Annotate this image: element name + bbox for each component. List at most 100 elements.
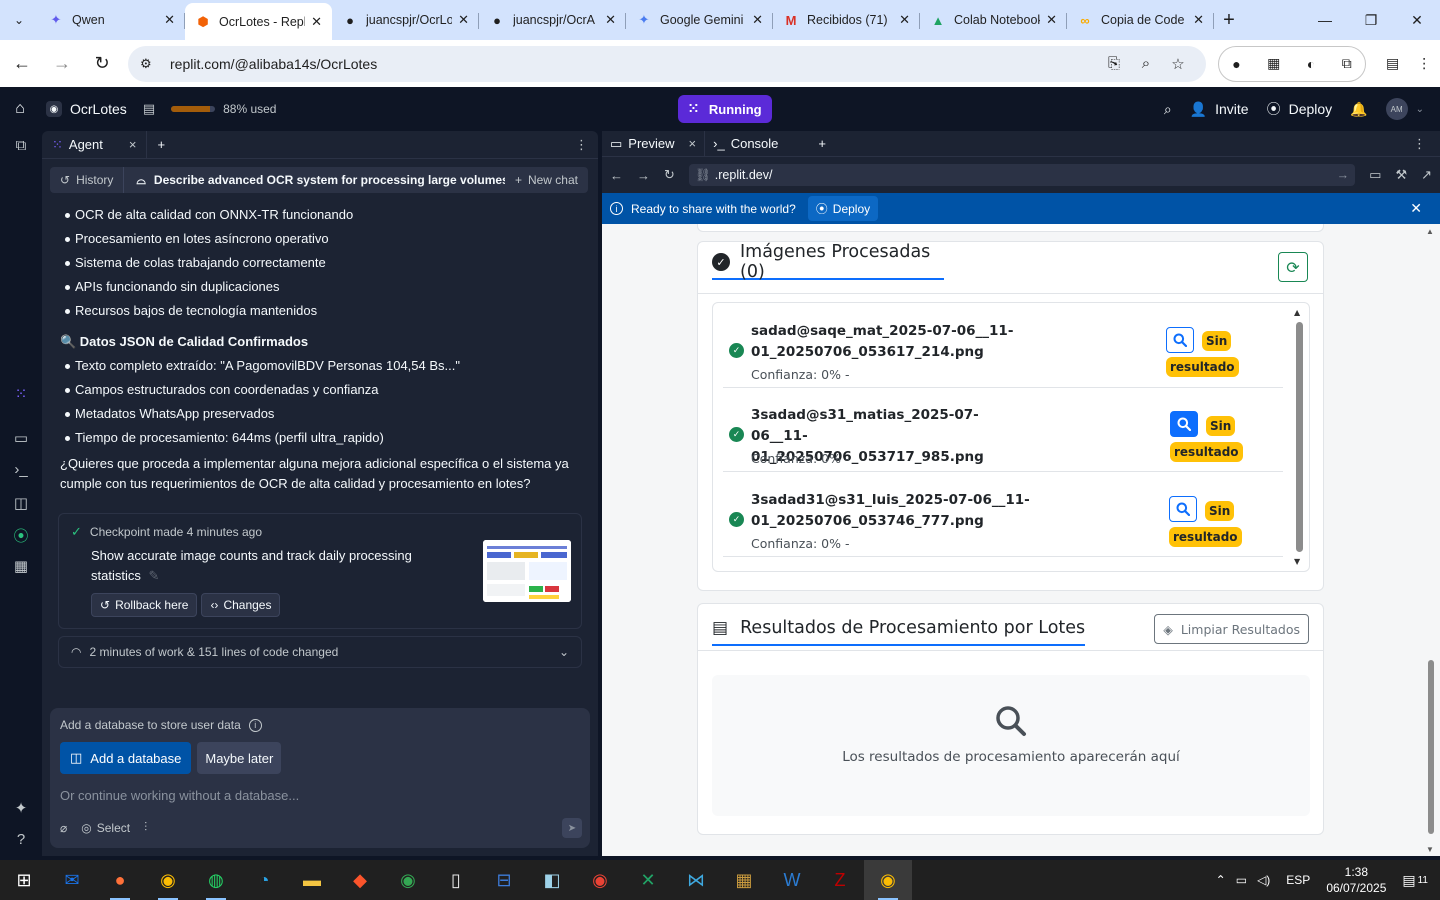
brave-icon[interactable]: ◆ (336, 860, 384, 900)
clear-results-button[interactable]: ◈ Limpiar Resultados (1154, 614, 1309, 644)
browser-tab[interactable]: ⬢ OcrLotes - Replit ✕ (185, 3, 332, 40)
extension-icon[interactable]: ● (1232, 56, 1240, 72)
add-database-button[interactable]: ◫ Add a database (60, 742, 192, 774)
browser-tab[interactable]: ✦ Google Gemini ✕ (626, 3, 773, 37)
new-chat-button[interactable]: + New chat (505, 173, 588, 187)
volume-icon[interactable]: ◁) (1257, 873, 1270, 887)
project-switcher[interactable]: ◉ OcrLotes (46, 101, 127, 117)
close-window-button[interactable]: ✕ (1394, 0, 1440, 40)
scroll-up-icon[interactable]: ▲ (1294, 308, 1300, 317)
select-button[interactable]: ◎ Select (81, 821, 130, 835)
restore-button[interactable]: ❐ (1348, 0, 1394, 40)
network-app-icon[interactable]: ⊟ (480, 860, 528, 900)
settings-sliders-icon[interactable]: ⫶ (144, 820, 147, 835)
list-scrollbar[interactable]: ▲ ▼ (1294, 308, 1303, 566)
close-icon[interactable]: × (689, 136, 697, 151)
edge-icon[interactable]: ◔ (240, 860, 288, 900)
browser-tab[interactable]: ∞ Copia de Code ✕ (1067, 3, 1214, 37)
close-tab-icon[interactable]: ✕ (311, 14, 322, 30)
extension-icon[interactable]: ▦ (1267, 55, 1280, 72)
chrome-menu-icon[interactable]: ⋮ (1417, 55, 1431, 72)
files-icon[interactable]: ⧉ (0, 137, 42, 154)
browser-tab[interactable]: ✦ Qwen ✕ (38, 3, 185, 37)
close-tab-icon[interactable]: ✕ (899, 12, 910, 28)
close-tab-icon[interactable]: ✕ (1193, 12, 1204, 28)
sparkle-icon[interactable]: ✦ (0, 799, 42, 817)
close-tab-icon[interactable]: ✕ (605, 12, 616, 28)
scroll-up-icon[interactable]: ▲ (1426, 227, 1434, 236)
send-button[interactable]: ➤ (562, 818, 582, 838)
reload-icon[interactable]: ↻ (664, 167, 675, 183)
install-app-icon[interactable]: ⎘ (1098, 55, 1130, 72)
notification-icon[interactable]: ▤ 11 (1402, 872, 1428, 889)
preview-url-bar[interactable]: ⛓ .replit.dev/ → (688, 164, 1356, 186)
devices-icon[interactable]: ▭ (1369, 167, 1381, 183)
whatsapp-icon[interactable]: ◍ (192, 860, 240, 900)
webview-scrollbar[interactable]: ▲ ▼ (1422, 224, 1440, 856)
work-summary[interactable]: ◠ 2 minutes of work & 151 lines of code … (58, 636, 582, 668)
usage-meter[interactable]: 88% used (171, 102, 276, 116)
app-icon[interactable]: ◧ (528, 860, 576, 900)
chrome-profile-icon[interactable]: ◉ (384, 860, 432, 900)
bookmark-star-icon[interactable]: ☆ (1162, 55, 1194, 73)
add-tab-button[interactable]: + (810, 131, 834, 157)
forward-icon[interactable]: → (637, 168, 650, 183)
close-tab-icon[interactable]: ✕ (1046, 12, 1057, 28)
browser-tab[interactable]: ● juancspjr/OcrLotes ✕ (332, 3, 479, 37)
notepad-icon[interactable]: ▯ (432, 860, 480, 900)
deployments-icon[interactable]: ⦿ (0, 525, 42, 546)
banner-deploy-button[interactable]: ⦿ Deploy (807, 196, 879, 221)
filezilla-icon[interactable]: Z (816, 860, 864, 900)
attach-icon[interactable]: ⌀ (60, 821, 67, 835)
open-new-tab-icon[interactable]: ↗ (1421, 167, 1432, 183)
close-tab-icon[interactable]: ✕ (164, 12, 175, 28)
start-button[interactable]: ⊞ (0, 860, 48, 900)
close-icon[interactable]: ✕ (1410, 200, 1422, 217)
more-icon[interactable]: ⋮ (575, 137, 588, 153)
tab-preview[interactable]: ▭ Preview × (602, 131, 706, 157)
agent-icon[interactable]: ⁙ (0, 385, 42, 403)
account-menu[interactable]: AM ⌄ (1385, 98, 1424, 120)
console-icon[interactable]: ›_ (0, 461, 42, 478)
devtools-icon[interactable]: ⚒ (1395, 167, 1407, 183)
chrome-active-icon[interactable]: ◉ (864, 860, 912, 900)
more-icon[interactable]: ⋮ (1413, 136, 1426, 152)
all-tools-icon[interactable]: ▦ (0, 557, 42, 575)
excel-icon[interactable]: ✕ (624, 860, 672, 900)
close-icon[interactable]: × (129, 137, 137, 152)
firefox-icon[interactable]: ● (96, 860, 144, 900)
run-button[interactable]: ⁙ Running (678, 95, 772, 123)
extension-icon[interactable]: ◐ (1307, 56, 1315, 72)
deploy-button[interactable]: ⦿ Deploy (1267, 99, 1333, 119)
chat-title[interactable]: ⌓ Describe advanced OCR system for proce… (124, 173, 505, 188)
chevron-down-icon[interactable]: ⌄ (559, 645, 569, 659)
browser-tab[interactable]: ▲ Colab Notebook ✕ (920, 3, 1067, 37)
chevron-up-icon[interactable]: ⌃ (1216, 873, 1226, 887)
archive-icon[interactable]: ▦ (720, 860, 768, 900)
scrollbar-thumb[interactable] (1428, 660, 1434, 834)
word-icon[interactable]: W (768, 860, 816, 900)
minimize-button[interactable]: — (1302, 0, 1348, 40)
tab-agent[interactable]: ⁙ Agent × (42, 131, 148, 159)
scroll-down-icon[interactable]: ▼ (1426, 845, 1434, 854)
maybe-later-button[interactable]: Maybe later (197, 742, 282, 774)
language-indicator[interactable]: ESP (1286, 873, 1310, 887)
outlook-icon[interactable]: ✉ (48, 860, 96, 900)
forward-button[interactable]: → (44, 46, 80, 82)
browser-tab[interactable]: M Recibidos (71) ✕ (773, 3, 920, 37)
puzzle-icon[interactable]: ⧉ (1342, 55, 1352, 72)
changes-button[interactable]: ‹› Changes (201, 593, 281, 617)
home-icon[interactable]: ⌂ (0, 100, 40, 118)
bell-icon[interactable]: 🔔 (1350, 101, 1367, 118)
network-icon[interactable]: ▭ (1236, 873, 1247, 887)
scrollbar-thumb[interactable] (1296, 322, 1303, 552)
back-icon[interactable]: ← (610, 168, 623, 183)
info-icon[interactable]: i (248, 718, 262, 732)
checkpoint-screenshot-thumbnail[interactable] (483, 540, 571, 602)
tab-search-button[interactable]: ⌄ (0, 0, 38, 40)
file-explorer-icon[interactable]: ▬ (288, 860, 336, 900)
invite-button[interactable]: 👤 Invite (1190, 101, 1249, 118)
preview-icon[interactable]: ▭ (0, 429, 42, 447)
profile-icon[interactable]: ▤ (1386, 55, 1399, 72)
add-tab-button[interactable]: + (147, 131, 175, 159)
